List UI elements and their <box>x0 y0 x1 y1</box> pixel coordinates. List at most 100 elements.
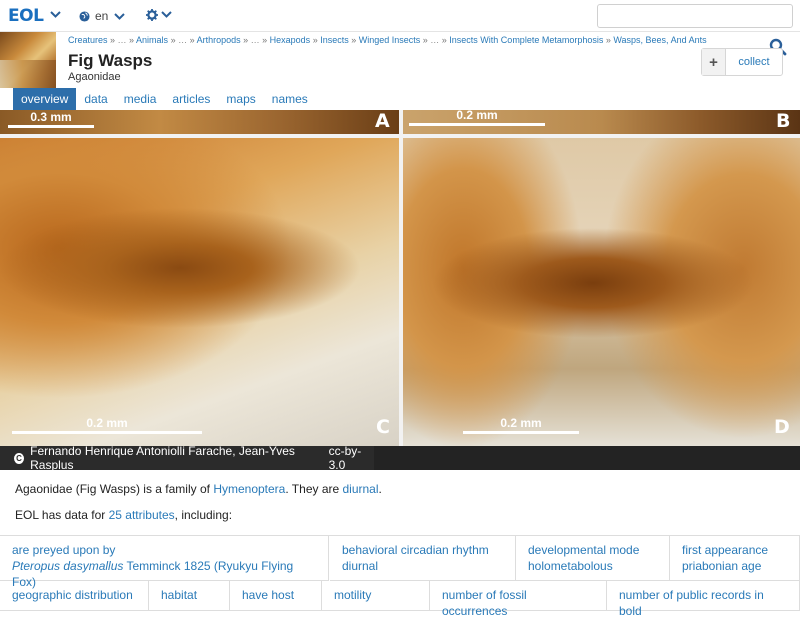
language-label: en <box>95 9 109 23</box>
image-caption-bar: C Fernando Henrique Antoniolli Farache, … <box>0 444 800 472</box>
tab-articles[interactable]: articles <box>164 88 218 110</box>
attribute-cell[interactable]: number of public records in bold <box>607 581 800 618</box>
attribute-name: habitat <box>161 588 198 602</box>
attribution-text: Fernando Henrique Antoniolli Farache, Je… <box>30 444 295 472</box>
summary-text: . They are <box>285 482 343 496</box>
breadcrumb-item[interactable]: Arthropods <box>197 35 241 45</box>
scale-bar: 0.3 mm <box>8 110 94 128</box>
attribute-cell[interactable]: motility <box>322 581 430 611</box>
image-panel-c: 0.2 mm C <box>0 138 399 446</box>
license-text: cc-by-3.0 <box>328 444 362 472</box>
attribute-name: number of fossil occurrences <box>442 588 527 618</box>
attribute-cell[interactable]: have host <box>230 581 322 611</box>
attribute-cell[interactable]: number of fossil occurrences <box>430 581 607 618</box>
tab-overview[interactable]: overview <box>13 88 77 110</box>
summary-text: EOL has data for <box>15 508 109 522</box>
attribute-cell[interactable]: geographic distribution <box>0 581 149 611</box>
breadcrumb-separator: » <box>420 35 431 45</box>
summary-text: Agaonidae (Fig Wasps) is a family of <box>15 482 214 496</box>
hymenoptera-link[interactable]: Hymenoptera <box>213 482 285 496</box>
attributes-grid: are preyed upon by Pteropus dasymallus T… <box>0 535 800 618</box>
eol-logo[interactable]: EOL <box>8 6 44 26</box>
scale-label: 0.2 mm <box>86 416 128 430</box>
taxon-thumbnail[interactable] <box>0 32 56 88</box>
scale-bar: 0.2 mm <box>463 416 579 434</box>
attribute-cell[interactable]: are preyed upon by Pteropus dasymallus T… <box>0 536 329 589</box>
breadcrumb-item: … <box>250 35 260 45</box>
breadcrumb-separator: » <box>439 35 450 45</box>
attribute-cell[interactable]: behavioral circadian rhythm diurnal <box>330 536 516 581</box>
globe-icon <box>79 10 90 22</box>
breadcrumb-separator: » <box>310 35 321 45</box>
scale-label: 0.3 mm <box>30 110 72 124</box>
top-navigation-bar: EOL en <box>0 0 800 32</box>
data-summary: EOL has data for 25 attributes, includin… <box>15 508 232 522</box>
breadcrumb-separator: » <box>168 35 179 45</box>
panel-letter: A <box>375 110 390 132</box>
image-panel-b: 0.2 mm B <box>403 110 800 134</box>
chevron-down-icon[interactable] <box>49 8 62 21</box>
attribute-name: developmental mode <box>528 543 640 557</box>
collect-label: collect <box>738 56 770 68</box>
tab-data[interactable]: data <box>76 88 115 110</box>
attributes-link[interactable]: 25 attributes <box>109 508 175 522</box>
chevron-down-icon <box>161 11 172 18</box>
scale-label: 0.2 mm <box>456 110 498 122</box>
breadcrumb-item: … <box>117 35 127 45</box>
attribute-value: holometabolous <box>528 559 613 573</box>
search-input[interactable] <box>597 4 793 28</box>
attribute-value: diurnal <box>342 559 379 573</box>
image-attribution[interactable]: C Fernando Henrique Antoniolli Farache, … <box>0 444 374 472</box>
settings-menu[interactable] <box>146 8 173 21</box>
breadcrumb-separator: » <box>240 35 251 45</box>
taxon-summary: Agaonidae (Fig Wasps) is a family of Hym… <box>15 482 382 496</box>
panel-letter: B <box>776 110 791 132</box>
image-panel-a: 0.3 mm A <box>0 110 399 134</box>
creative-commons-icon: C <box>14 452 25 464</box>
panel-letter: D <box>774 416 790 438</box>
diurnal-link[interactable]: diurnal <box>343 482 379 496</box>
breadcrumb-separator: » <box>107 35 118 45</box>
breadcrumb-separator: » <box>259 35 270 45</box>
attribute-name: have host <box>242 588 295 602</box>
tab-maps[interactable]: maps <box>218 88 263 110</box>
breadcrumb-item[interactable]: Creatures <box>68 35 108 45</box>
summary-text: . <box>378 482 382 496</box>
breadcrumb-item[interactable]: Hexapods <box>270 35 311 45</box>
attribute-cell[interactable]: developmental mode holometabolous <box>516 536 670 581</box>
page-subtitle: Agaonidae <box>68 71 121 83</box>
attribute-value: priabonian age <box>682 559 762 573</box>
tab-media[interactable]: media <box>116 88 165 110</box>
breadcrumb-item: … <box>178 35 188 45</box>
attribute-cell[interactable]: habitat <box>149 581 230 611</box>
plus-icon: + <box>702 49 726 75</box>
breadcrumb-separator: » <box>187 35 197 45</box>
breadcrumb: Creatures » … » Animals » … » Arthropods… <box>68 35 708 45</box>
breadcrumb-separator: » <box>126 35 137 45</box>
breadcrumb-item[interactable]: Winged Insects <box>359 35 421 45</box>
attribute-name: geographic distribution <box>12 588 133 602</box>
language-selector[interactable]: en <box>79 8 126 24</box>
breadcrumb-item: … <box>430 35 440 45</box>
attribute-name: behavioral circadian rhythm <box>342 543 489 557</box>
summary-text: , including: <box>174 508 233 522</box>
breadcrumb-separator: » <box>603 35 614 45</box>
attribute-cell[interactable]: first appearance priabonian age <box>670 536 800 581</box>
chevron-down-icon <box>114 12 126 20</box>
image-panel-d: 0.2 mm D <box>403 138 800 446</box>
attribute-name: are preyed upon by <box>12 543 116 557</box>
breadcrumb-item[interactable]: Insects With Complete Metamorphosis <box>449 35 603 45</box>
collect-button[interactable]: + collect <box>701 48 783 76</box>
media-image[interactable]: 0.3 mm A 0.2 mm B 0.2 mm C 0.2 mm D <box>0 110 800 446</box>
page-tabs: overview data media articles maps names <box>0 88 800 110</box>
scale-bar: 0.2 mm <box>12 416 202 434</box>
scale-label: 0.2 mm <box>500 416 542 430</box>
breadcrumb-separator: » <box>707 35 708 45</box>
breadcrumb-item[interactable]: Insects <box>320 35 349 45</box>
panel-letter: C <box>376 416 390 438</box>
breadcrumb-item[interactable]: Wasps, Bees, And Ants <box>613 35 706 45</box>
tab-names[interactable]: names <box>264 88 316 110</box>
breadcrumb-item[interactable]: Animals <box>136 35 168 45</box>
breadcrumb-separator: » <box>348 35 359 45</box>
attribute-name: number of public records in bold <box>619 588 764 618</box>
